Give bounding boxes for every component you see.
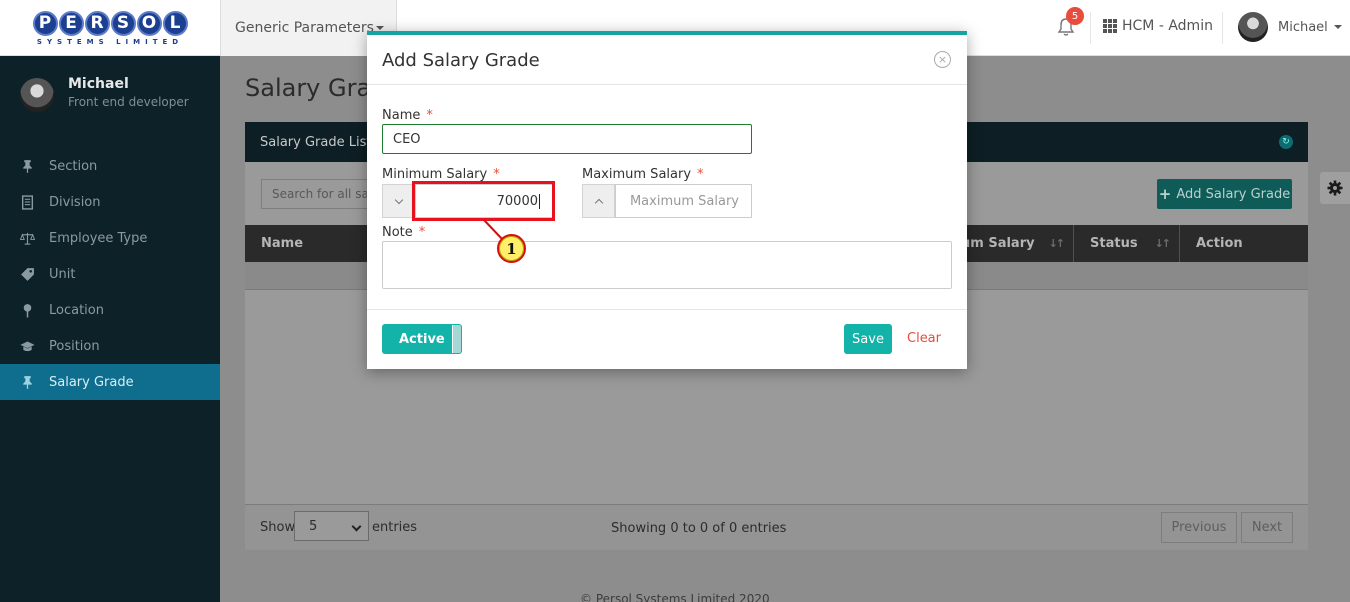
user-menu[interactable]: Michael bbox=[1238, 12, 1342, 42]
sort-icon: ↓↑ bbox=[1154, 237, 1172, 250]
maximum-salary-label: Maximum Salary * bbox=[582, 167, 704, 182]
note-label: Note * bbox=[382, 225, 426, 240]
modal-header-divider bbox=[367, 84, 967, 85]
plus-icon: + bbox=[1158, 185, 1172, 203]
modal-footer-divider bbox=[367, 309, 967, 310]
chevron-up-icon bbox=[594, 198, 603, 207]
previous-page-button[interactable]: Previous bbox=[1161, 512, 1237, 543]
map-pin-icon bbox=[23, 303, 32, 317]
page-size-select[interactable]: 5 bbox=[294, 511, 369, 541]
pin-icon bbox=[23, 159, 32, 173]
sidebar-item-label: Employee Type bbox=[49, 230, 148, 246]
sidebar-user-profile: Michael Front end developer bbox=[20, 76, 189, 112]
decrease-minimum-salary-button[interactable] bbox=[382, 184, 415, 218]
graduation-cap-icon bbox=[20, 341, 35, 351]
highlight-box bbox=[412, 181, 555, 221]
toggle-knob bbox=[452, 325, 461, 353]
scale-icon bbox=[20, 232, 35, 245]
chevron-down-icon bbox=[394, 195, 403, 204]
chevron-down-icon bbox=[351, 521, 362, 532]
column-status[interactable]: Status ↓↑ bbox=[1074, 225, 1179, 262]
sidebar-item-label: Section bbox=[49, 158, 98, 174]
sidebar-item-label: Position bbox=[49, 338, 100, 354]
sidebar-user-name: Michael bbox=[68, 76, 129, 92]
entries-label: entries bbox=[372, 520, 418, 535]
sidebar-item-unit[interactable]: Unit bbox=[0, 256, 220, 292]
sidebar-item-position[interactable]: Position bbox=[0, 328, 220, 364]
page-title: Salary Grad bbox=[245, 74, 387, 102]
sidebar-item-salary-grade[interactable]: Salary Grade bbox=[0, 364, 220, 400]
app-switcher-label: HCM - Admin bbox=[1122, 18, 1213, 34]
logo-subtitle: SYSTEMS LIMITED bbox=[36, 37, 184, 46]
column-name[interactable]: Name bbox=[245, 225, 303, 262]
notification-badge: 5 bbox=[1066, 7, 1084, 25]
settings-gear-icon[interactable] bbox=[1320, 172, 1350, 204]
sidebar-item-label: Unit bbox=[49, 266, 76, 282]
maximum-salary-input[interactable]: Maximum Salary bbox=[615, 184, 752, 218]
caret-down-icon bbox=[1333, 25, 1342, 29]
required-marker: * bbox=[426, 108, 433, 123]
sidebar-item-division[interactable]: Division bbox=[0, 184, 220, 220]
add-salary-grade-modal: Add Salary Grade × Name * CEO Minimum Sal… bbox=[367, 31, 967, 369]
required-marker: * bbox=[697, 167, 704, 182]
add-salary-grade-label: Add Salary Grade bbox=[1176, 186, 1291, 202]
clear-button[interactable]: Clear bbox=[907, 331, 941, 346]
table-footer: Show 5 entries Showing 0 to 0 of 0 entri… bbox=[245, 504, 1308, 550]
sidebar-item-label: Division bbox=[49, 194, 101, 210]
required-marker: * bbox=[493, 167, 500, 182]
active-toggle[interactable]: Active bbox=[382, 324, 462, 354]
app-switcher[interactable]: HCM - Admin bbox=[1103, 18, 1213, 34]
sidebar-item-section[interactable]: Section bbox=[0, 148, 220, 184]
tag-icon bbox=[21, 267, 34, 281]
modal-title: Add Salary Grade bbox=[382, 50, 540, 71]
show-label: Show bbox=[260, 520, 296, 535]
sort-icon: ↓↑ bbox=[1048, 237, 1066, 250]
close-icon[interactable]: × bbox=[934, 51, 951, 68]
sidebar-user-role: Front end developer bbox=[68, 95, 189, 109]
apps-grid-icon bbox=[1103, 19, 1117, 33]
pin-icon bbox=[23, 375, 32, 389]
increase-maximum-salary-button[interactable] bbox=[582, 184, 615, 218]
next-page-button[interactable]: Next bbox=[1241, 512, 1293, 543]
required-marker: * bbox=[418, 225, 426, 240]
sidebar-item-location[interactable]: Location bbox=[0, 292, 220, 328]
document-icon bbox=[21, 194, 34, 210]
sidebar-menu: Section Division Employee Type Unit Loca… bbox=[0, 148, 220, 400]
note-textarea[interactable] bbox=[382, 241, 952, 289]
header-divider bbox=[1090, 12, 1091, 44]
active-toggle-label: Active bbox=[399, 331, 445, 347]
user-avatar bbox=[1238, 12, 1268, 42]
name-label: Name * bbox=[382, 108, 433, 123]
minimum-salary-label: Minimum Salary * bbox=[382, 167, 500, 182]
save-button[interactable]: Save bbox=[844, 324, 892, 354]
sidebar-item-employee-type[interactable]: Employee Type bbox=[0, 220, 220, 256]
name-field[interactable]: CEO bbox=[382, 124, 752, 154]
header-divider bbox=[1222, 12, 1223, 44]
sidebar-item-label: Salary Grade bbox=[49, 374, 134, 390]
user-menu-name: Michael bbox=[1278, 19, 1328, 35]
generic-parameters-label: Generic Parameters bbox=[235, 20, 374, 36]
panel-title: Salary Grade List bbox=[260, 134, 372, 150]
add-salary-grade-button[interactable]: + Add Salary Grade bbox=[1157, 179, 1292, 209]
persol-logo[interactable]: P E R S O L SYSTEMS LIMITED bbox=[0, 0, 220, 56]
caret-down-icon bbox=[375, 26, 384, 30]
logo-letters: P E R S O L bbox=[32, 10, 188, 36]
sidebar: Michael Front end developer Section Divi… bbox=[0, 56, 220, 602]
sidebar-item-label: Location bbox=[49, 302, 104, 318]
callout-number-badge: 1 bbox=[497, 234, 526, 263]
sidebar-avatar bbox=[20, 78, 54, 112]
column-action: Action bbox=[1196, 236, 1243, 251]
refresh-icon[interactable]: ↻ bbox=[1279, 135, 1293, 149]
gear-icon bbox=[1327, 180, 1343, 196]
copyright-footer: © Persol Systems Limited 2020 bbox=[580, 592, 770, 602]
showing-info: Showing 0 to 0 of 0 entries bbox=[611, 521, 787, 536]
